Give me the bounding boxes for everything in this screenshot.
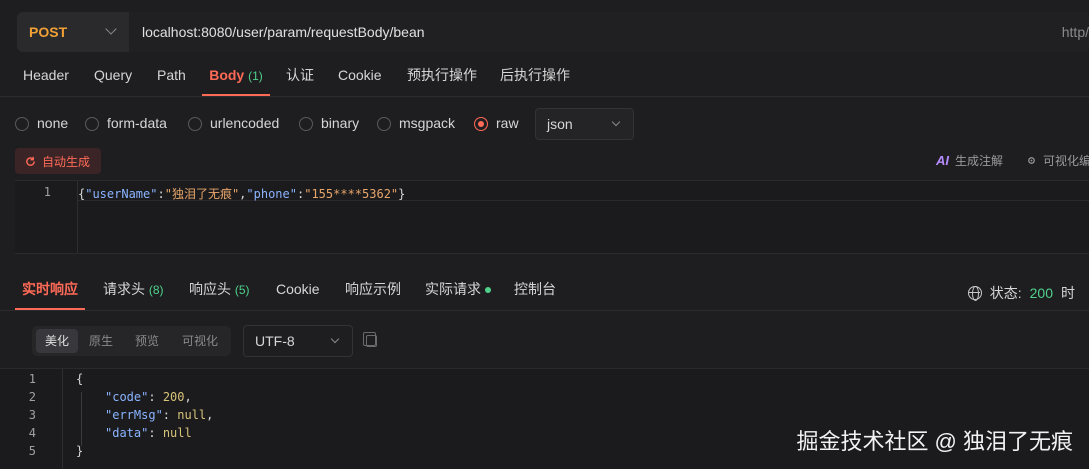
tab-pre-request[interactable]: 预执行操作	[407, 58, 477, 96]
request-body-code: {"userName":"独泪了无痕","phone":"155****5362…	[78, 187, 406, 201]
raw-format-value: json	[547, 116, 573, 132]
mode-visual[interactable]: 可视化	[174, 329, 226, 353]
ai-icon: AI	[936, 153, 949, 168]
indent-guide	[81, 392, 82, 446]
tab-auth[interactable]: 认证	[286, 58, 314, 96]
code-line: "data": null	[105, 426, 192, 440]
radio-msgpack[interactable]	[377, 117, 391, 131]
mode-pretty[interactable]: 美化	[36, 329, 78, 353]
chevron-down-icon	[105, 23, 117, 35]
tab-cookie[interactable]: Cookie	[338, 58, 382, 96]
generate-comment-button[interactable]: AI 生成注解	[936, 152, 1003, 169]
gear-icon	[1028, 157, 1035, 164]
line-gutter: 1 2 3 4 5	[0, 369, 63, 469]
radio-raw[interactable]	[474, 117, 488, 131]
status-value: 200	[1029, 285, 1053, 301]
url-input[interactable]: localhost:8080/user/param/requestBody/be…	[129, 12, 1089, 52]
status-label: 状态:	[989, 285, 1022, 301]
code-line: }	[76, 444, 84, 458]
radio-label: none	[37, 115, 69, 131]
chevron-down-icon	[611, 117, 621, 127]
mode-preview[interactable]: 预览	[126, 329, 168, 353]
auto-generate-label: 自动生成	[42, 154, 91, 169]
tab-path[interactable]: Path	[157, 58, 186, 96]
radio-label: raw	[496, 115, 519, 131]
divider	[0, 310, 1089, 311]
auto-generate-button[interactable]: 自动生成	[15, 148, 101, 174]
line-number: 2	[28, 390, 36, 404]
visual-edit-button[interactable]: 可视化编	[1026, 152, 1089, 169]
tab-actual-request[interactable]: 实际请求	[425, 272, 491, 310]
chevron-down-icon	[330, 334, 340, 344]
view-mode-switch: 美化 原生 预览 可视化	[32, 326, 231, 356]
tab-response-example[interactable]: 响应示例	[345, 272, 401, 310]
raw-format-select[interactable]: json	[535, 108, 634, 140]
divider	[0, 96, 1089, 97]
method-select[interactable]: POST	[17, 12, 129, 52]
tab-header[interactable]: Header	[23, 58, 69, 96]
copy-icon[interactable]	[363, 332, 377, 347]
line-number: 3	[28, 408, 36, 422]
radio-none[interactable]	[15, 117, 29, 131]
encoding-value: UTF-8	[255, 333, 295, 349]
tab-console[interactable]: 控制台	[514, 272, 556, 310]
method-label: POST	[29, 24, 68, 40]
tab-response-cookie[interactable]: Cookie	[276, 272, 320, 310]
encoding-select[interactable]: UTF-8	[243, 325, 353, 357]
radio-label: form-data	[107, 115, 167, 131]
globe-icon	[967, 286, 982, 301]
radio-label: binary	[321, 115, 360, 131]
line-gutter: 1	[15, 181, 78, 253]
radio-form-data[interactable]	[85, 117, 99, 131]
url-right-text: http/	[1061, 24, 1089, 40]
mode-raw[interactable]: 原生	[80, 329, 122, 353]
watermark: 掘金技术社区 @ 独泪了无痕	[796, 429, 1073, 454]
tab-query[interactable]: Query	[94, 58, 132, 96]
radio-label: urlencoded	[210, 115, 280, 131]
radio-urlencoded[interactable]	[188, 117, 202, 131]
request-body-editor[interactable]: 1 {"userName":"独泪了无痕","phone":"155****53…	[15, 180, 1089, 254]
tab-response-headers[interactable]: 响应头 (5)	[189, 272, 250, 310]
body-type-row: none form-data urlencoded binary msgpack…	[0, 108, 1089, 140]
line-number: 4	[28, 426, 36, 440]
code-line: "errMsg": null,	[105, 408, 214, 422]
code-line: "code": 200,	[105, 390, 192, 404]
tab-body[interactable]: Body (1)	[202, 58, 270, 96]
line-number: 1	[28, 372, 36, 386]
tab-request-headers[interactable]: 请求头 (8)	[103, 272, 164, 310]
line-number: 5	[28, 444, 36, 458]
visual-edit-label: 可视化编	[1043, 154, 1089, 168]
response-tabs: 实时响应 请求头 (8) 响应头 (5) Cookie 响应示例 实际请求 控制…	[0, 272, 1089, 310]
status-dot	[485, 287, 491, 294]
url-bar: POST localhost:8080/user/param/requestBo…	[0, 12, 1089, 52]
radio-binary[interactable]	[299, 117, 313, 131]
refresh-icon	[26, 156, 35, 166]
request-tabs: Header Query Path Body (1) 认证 Cookie 预执行…	[0, 58, 1089, 96]
radio-label: msgpack	[399, 115, 456, 131]
line-number: 1	[43, 185, 51, 199]
response-status: 状态: 200 时	[967, 283, 1075, 303]
tab-post-request[interactable]: 后执行操作	[500, 58, 570, 96]
tab-live-response[interactable]: 实时响应	[15, 272, 85, 310]
url-text: localhost:8080/user/param/requestBody/be…	[142, 24, 425, 40]
status-extra: 时	[1061, 285, 1075, 301]
code-line: {	[76, 372, 84, 386]
generate-comment-label: 生成注解	[955, 154, 1004, 168]
